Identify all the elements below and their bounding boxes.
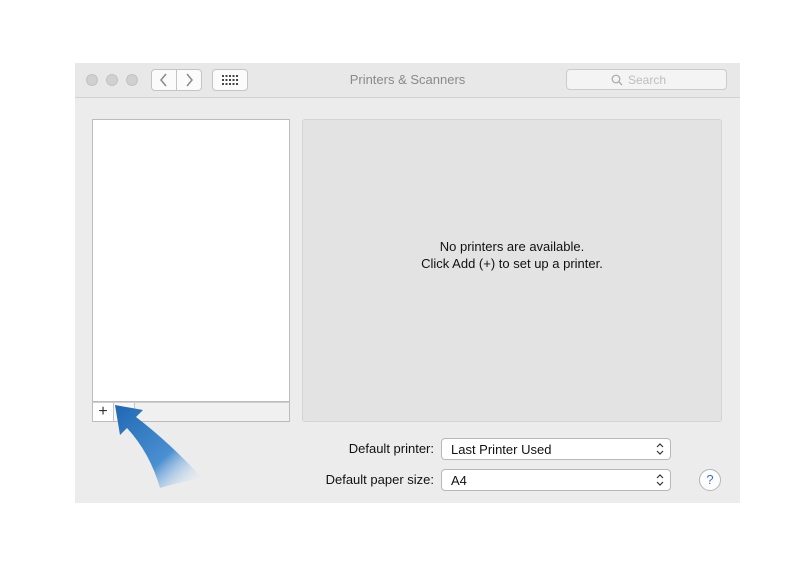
grid-icon [222, 75, 238, 85]
pointer-arrow-icon [115, 405, 202, 488]
paper-size-popup[interactable]: A4 [441, 469, 671, 491]
paper-size-label: Default paper size: [325, 472, 434, 487]
empty-message: No printers are available. Click Add (+)… [303, 238, 721, 272]
printer-list[interactable] [92, 119, 290, 402]
search-icon [611, 74, 623, 86]
close-button[interactable] [86, 74, 98, 86]
empty-message-line2: Click Add (+) to set up a printer. [421, 256, 603, 271]
forward-button[interactable] [176, 69, 202, 91]
chevron-right-icon [186, 73, 193, 87]
empty-message-line1: No printers are available. [439, 239, 585, 254]
default-printer-popup[interactable]: Last Printer Used [441, 438, 671, 460]
search-field[interactable]: Search [566, 69, 727, 90]
chevron-left-icon [160, 73, 167, 87]
default-printer-value: Last Printer Used [451, 442, 552, 457]
search-placeholder: Search [628, 73, 667, 87]
default-printer-label: Default printer: [348, 441, 434, 456]
back-button[interactable] [151, 69, 177, 91]
show-all-button[interactable] [212, 69, 248, 91]
toolbar: Printers & Scanners Search [75, 63, 740, 98]
zoom-button[interactable] [126, 74, 138, 86]
paper-size-value: A4 [451, 473, 467, 488]
help-button[interactable]: ? [699, 469, 721, 491]
minimize-button[interactable] [106, 74, 118, 86]
chevron-updown-icon [656, 443, 664, 455]
chevron-updown-icon [656, 474, 664, 486]
printer-details-panel: No printers are available. Click Add (+)… [302, 119, 722, 422]
